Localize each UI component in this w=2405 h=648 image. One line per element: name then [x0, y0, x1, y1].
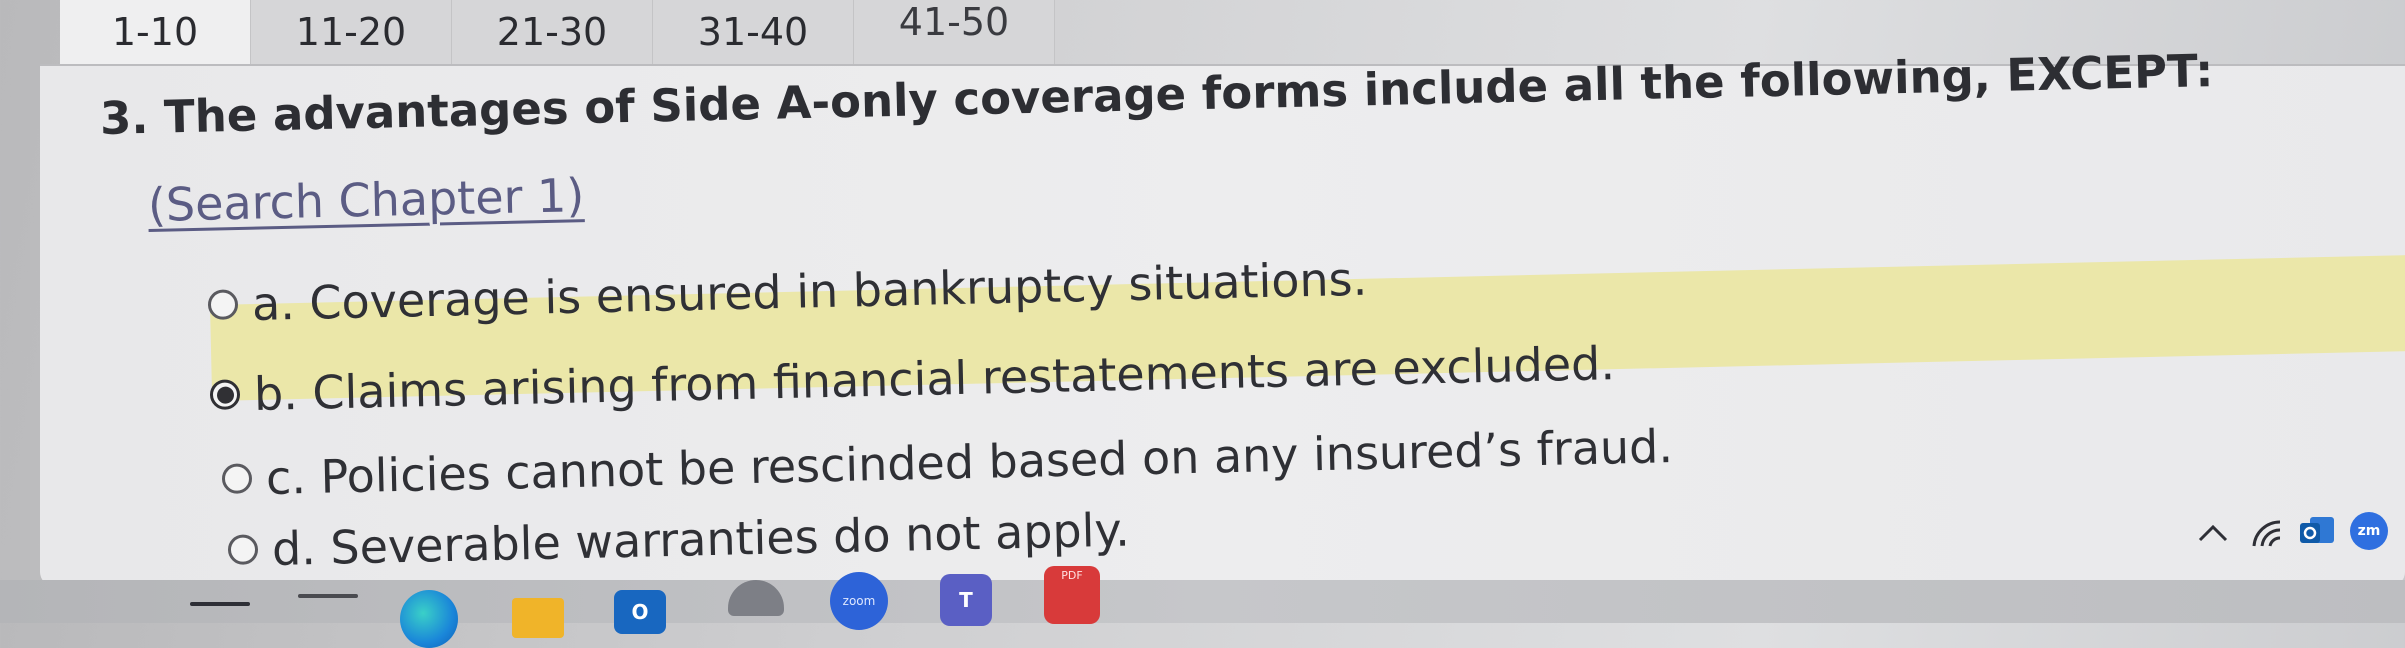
tab-31-40[interactable]: 31-40	[653, 0, 854, 64]
tab-41-50[interactable]: 41-50	[854, 0, 1055, 64]
taskbar-divider-icon	[298, 594, 358, 598]
chevron-up-icon[interactable]	[2196, 520, 2230, 550]
zoom-label: zoom	[842, 594, 876, 608]
zoom-tray-label: zm	[2357, 523, 2381, 539]
tab-21-30[interactable]: 21-30	[452, 0, 653, 64]
radio-button-c[interactable]	[221, 463, 253, 494]
radio-button-d[interactable]	[227, 534, 259, 565]
pdf-label: PDF	[1061, 569, 1083, 582]
radio-button-a[interactable]	[207, 289, 239, 320]
search-chapter-link[interactable]: (Search Chapter 1)	[147, 168, 584, 232]
taskbar: O zoom T PDF	[0, 566, 2405, 648]
outlook-tray-icon[interactable]	[2300, 515, 2336, 551]
teams-icon[interactable]: T	[940, 574, 992, 626]
tab-bar: 1-10 11-20 21-30 31-40 41-50	[60, 0, 1055, 64]
outlook-icon[interactable]: O	[614, 590, 666, 634]
snipping-tool-icon[interactable]	[728, 580, 784, 616]
tab-11-20[interactable]: 11-20	[251, 0, 452, 64]
zoom-tray-icon[interactable]: zm	[2350, 512, 2388, 550]
pdf-editor-icon[interactable]: PDF	[1044, 566, 1100, 624]
wifi-icon[interactable]	[2250, 518, 2286, 552]
edge-icon[interactable]	[400, 590, 458, 648]
taskbar-handle-icon	[190, 602, 250, 606]
radio-button-b[interactable]	[209, 379, 241, 410]
file-explorer-icon[interactable]	[512, 598, 564, 638]
tab-1-10[interactable]: 1-10	[60, 0, 251, 64]
zoom-icon[interactable]: zoom	[830, 572, 888, 630]
